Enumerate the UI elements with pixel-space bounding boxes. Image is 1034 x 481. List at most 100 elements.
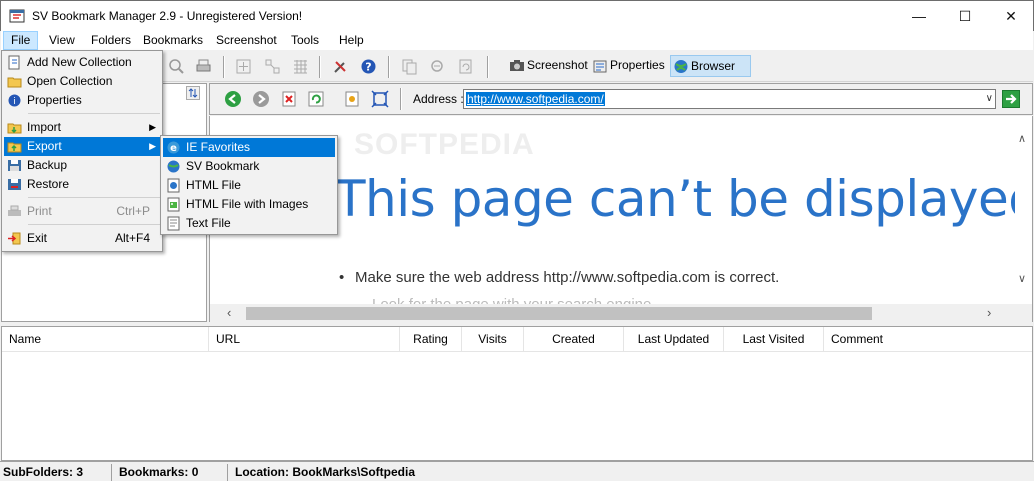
- column-rating[interactable]: Rating: [400, 327, 462, 352]
- toolbar-separator: [319, 56, 321, 78]
- address-input[interactable]: http://www.softpedia.com/ ∨: [463, 89, 996, 109]
- menu-label: Import: [27, 120, 62, 134]
- menu-exit[interactable]: Exit Alt+F4: [4, 229, 160, 248]
- menu-label: HTML File with Images: [186, 197, 309, 211]
- menu-html-file-with-images[interactable]: HTML File with Images: [163, 195, 335, 214]
- menu-label: Print: [27, 204, 52, 218]
- address-value: http://www.softpedia.com/: [466, 92, 605, 106]
- print-icon: [8, 205, 21, 216]
- toolbar-separator: [223, 56, 225, 78]
- exit-icon: [8, 232, 21, 245]
- scroll-down-icon[interactable]: ∨: [1018, 272, 1026, 285]
- menu-label: Text File: [186, 216, 231, 230]
- sync-icon[interactable]: [186, 86, 200, 100]
- close-button[interactable]: ✕: [988, 1, 1034, 31]
- status-location: Location: BookMarks\Softpedia: [235, 465, 416, 479]
- screenshot-button[interactable]: Screenshot: [507, 55, 594, 77]
- vertical-scrollbar[interactable]: ∧ ∨: [1015, 116, 1032, 302]
- address-label: Address :: [413, 92, 464, 106]
- horizontal-scrollbar[interactable]: ‹ ›: [210, 304, 1032, 322]
- export-submenu: e IE Favorites SV Bookmark HTML File HTM…: [160, 135, 338, 235]
- column-last-updated[interactable]: Last Updated: [624, 327, 724, 352]
- menu-separator: [28, 113, 160, 114]
- menu-ie-favorites[interactable]: e IE Favorites: [163, 138, 335, 157]
- help-icon[interactable]: ?: [360, 58, 377, 75]
- properties-icon: [593, 60, 607, 73]
- title-bar: SV Bookmark Manager 2.9 - Unregistered V…: [0, 0, 1034, 31]
- menu-restore[interactable]: Restore: [4, 175, 160, 194]
- properties-label: Properties: [610, 58, 665, 72]
- restore-icon: [8, 179, 21, 190]
- menu-folders[interactable]: Folders: [84, 31, 138, 50]
- browser-button[interactable]: Browser: [670, 55, 751, 77]
- back-icon[interactable]: [224, 90, 242, 108]
- menu-separator: [28, 224, 160, 225]
- tools-icon[interactable]: [332, 58, 349, 75]
- home-icon[interactable]: [343, 90, 361, 108]
- reload-icon[interactable]: [307, 90, 325, 108]
- minimize-button[interactable]: —: [896, 1, 942, 31]
- camera-icon: [510, 60, 524, 71]
- column-url[interactable]: URL: [209, 327, 400, 352]
- toolbar-separator: [388, 56, 390, 78]
- menu-import[interactable]: Import ▶: [4, 118, 160, 137]
- menu-text-file[interactable]: Text File: [163, 214, 335, 233]
- menu-help[interactable]: Help: [332, 31, 371, 50]
- column-comment[interactable]: Comment: [824, 327, 1032, 352]
- scroll-right-icon[interactable]: ›: [987, 305, 991, 320]
- watermark: SOFTPEDIA: [354, 128, 535, 161]
- globe-icon: [674, 60, 688, 73]
- expand-icon[interactable]: [235, 58, 252, 75]
- status-bar: SubFolders: 3 Bookmarks: 0 Location: Boo…: [0, 461, 1034, 481]
- column-visits[interactable]: Visits: [462, 327, 524, 352]
- toolbar-separator: [487, 56, 489, 78]
- menu-add-new-collection[interactable]: Add New Collection: [4, 53, 160, 72]
- collapse-icon[interactable]: [264, 58, 281, 75]
- menu-backup[interactable]: Backup: [4, 156, 160, 175]
- error-bullet: Make sure the web address http://www.sof…: [339, 269, 779, 286]
- backup-icon: [8, 160, 21, 171]
- import-icon: [7, 123, 22, 134]
- menu-file[interactable]: File: [3, 31, 39, 50]
- menu-screenshot[interactable]: Screenshot: [209, 31, 284, 50]
- browser-label: Browser: [691, 59, 736, 73]
- menu-open-collection[interactable]: Open Collection: [4, 72, 160, 91]
- column-last-visited[interactable]: Last Visited: [724, 327, 824, 352]
- go-icon[interactable]: [1002, 90, 1020, 108]
- fullscreen-icon[interactable]: [371, 90, 389, 108]
- column-created[interactable]: Created: [524, 327, 624, 352]
- menu-label: Backup: [27, 158, 68, 172]
- menu-html-file[interactable]: HTML File: [163, 176, 335, 195]
- stop-icon[interactable]: [280, 90, 298, 108]
- text-file-icon: [167, 216, 180, 231]
- forward-icon[interactable]: [252, 90, 270, 108]
- menu-export[interactable]: Export ▶: [4, 137, 160, 156]
- menu-print[interactable]: Print Ctrl+P: [4, 202, 160, 221]
- svg-text:?: ?: [365, 61, 371, 74]
- print-icon[interactable]: [195, 58, 212, 75]
- menu-shortcut: Ctrl+P: [116, 204, 150, 218]
- copy-icon[interactable]: [401, 58, 418, 75]
- menu-properties[interactable]: i Properties: [4, 91, 160, 110]
- search-bookmark-icon[interactable]: [429, 58, 446, 75]
- properties-button[interactable]: Properties: [590, 55, 671, 77]
- scroll-thumb[interactable]: [246, 307, 872, 320]
- refresh-icon[interactable]: [457, 58, 474, 75]
- menu-bookmarks[interactable]: Bookmarks: [136, 31, 210, 50]
- chevron-down-icon[interactable]: ∨: [986, 93, 993, 104]
- menu-sv-bookmark[interactable]: SV Bookmark: [163, 157, 335, 176]
- menu-tools[interactable]: Tools: [284, 31, 326, 50]
- column-name[interactable]: Name: [2, 327, 209, 352]
- error-title: This page can’t be displayed: [335, 170, 1033, 228]
- scroll-left-icon[interactable]: ‹: [227, 305, 231, 320]
- list-header: Name URL Rating Visits Created Last Upda…: [2, 327, 1032, 352]
- menu-view[interactable]: View: [42, 31, 82, 50]
- scroll-up-icon[interactable]: ∧: [1018, 132, 1026, 145]
- svg-text:i: i: [13, 97, 16, 107]
- maximize-button[interactable]: ☐: [942, 1, 988, 31]
- bookmark-list[interactable]: Name URL Rating Visits Created Last Upda…: [1, 326, 1033, 461]
- grid-view-icon[interactable]: [292, 58, 309, 75]
- file-menu: Add New Collection Open Collection i Pro…: [1, 50, 163, 252]
- find-icon[interactable]: [168, 58, 185, 75]
- app-icon: [9, 9, 25, 23]
